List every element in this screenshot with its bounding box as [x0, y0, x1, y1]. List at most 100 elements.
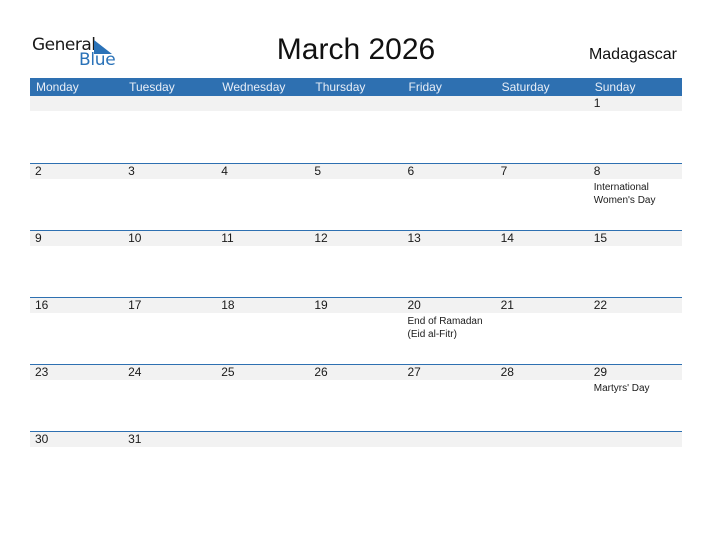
- day-number: 31: [128, 432, 142, 446]
- weekday-saturday: Saturday: [501, 80, 550, 94]
- day-cell: 7: [496, 164, 589, 207]
- day-cell: 4: [216, 164, 309, 207]
- week-row: 16 17 18 19 20 End of Ramadan (Eid al-Fitr) 21…: [30, 297, 682, 364]
- week-row: 30 31: [30, 431, 682, 498]
- week-cells: 16 17 18 19 20 End of Ramadan (Eid al-Fitr) 21…: [30, 298, 682, 341]
- day-number: 8: [593, 164, 601, 178]
- day-cell: [216, 96, 309, 113]
- day-number: 13: [407, 231, 421, 245]
- day-cell: 23: [30, 365, 123, 395]
- day-number: 3: [128, 164, 135, 178]
- day-cell: 26: [309, 365, 402, 395]
- day-number: 10: [128, 231, 142, 245]
- day-cell: [403, 432, 496, 449]
- week-cells: 1: [30, 96, 682, 113]
- day-cell: 5: [309, 164, 402, 207]
- day-cell: [589, 432, 682, 449]
- calendar-grid: Monday Tuesday Wednesday Thursday Friday…: [30, 78, 682, 498]
- weekday-tuesday: Tuesday: [129, 80, 175, 94]
- weekday-header: Monday Tuesday Wednesday Thursday Friday…: [30, 78, 682, 96]
- day-number: [408, 96, 496, 111]
- day-number: 21: [500, 298, 514, 312]
- day-cell: 21: [496, 298, 589, 341]
- day-number: 14: [500, 231, 514, 245]
- day-cell: 16: [30, 298, 123, 341]
- day-number: 26: [314, 365, 328, 379]
- day-cell: [309, 432, 402, 449]
- day-number: 4: [221, 164, 228, 178]
- day-cell: 30: [30, 432, 123, 449]
- week-row: 2 3 4 5 6 7 8 International Women's Day: [30, 163, 682, 230]
- holiday-label: International Women's Day: [593, 182, 656, 206]
- day-cell: 10: [123, 231, 216, 248]
- week-row: 1: [30, 96, 682, 163]
- week-row: 23 24 25 26 27 28 29 Martyrs' Day: [30, 364, 682, 431]
- day-number: [35, 96, 123, 111]
- day-number: 15: [593, 231, 608, 245]
- day-cell: 11: [216, 231, 309, 248]
- day-cell: 24: [123, 365, 216, 395]
- day-cell: 27: [403, 365, 496, 395]
- day-cell: 29 Martyrs' Day: [589, 365, 682, 395]
- day-cell: [123, 96, 216, 113]
- day-number: 17: [128, 298, 142, 312]
- day-number: [314, 96, 402, 111]
- day-cell: 8 International Women's Day: [589, 164, 682, 207]
- week-row: 9 10 11 12 13 14 15: [30, 230, 682, 297]
- day-number: 12: [314, 231, 328, 245]
- day-cell: 12: [309, 231, 402, 248]
- day-number: 19: [314, 298, 328, 312]
- day-cell: 13: [403, 231, 496, 248]
- day-number: 18: [221, 298, 235, 312]
- day-cell: 6: [403, 164, 496, 207]
- day-cell: [309, 96, 402, 113]
- day-number: 29: [593, 365, 608, 379]
- day-number: 24: [128, 365, 142, 379]
- day-number: 16: [35, 298, 49, 312]
- holiday-label: End of Ramadan (Eid al-Fitr): [407, 316, 483, 340]
- day-number: 6: [407, 164, 415, 178]
- day-number: [408, 432, 496, 447]
- day-cell: 19: [309, 298, 402, 341]
- day-cell: [403, 96, 496, 113]
- day-number: 30: [35, 432, 49, 446]
- day-cell: 18: [216, 298, 309, 341]
- weekday-friday: Friday: [408, 80, 442, 94]
- holiday-label: Martyrs' Day: [593, 383, 650, 394]
- weekday-sunday: Sunday: [594, 80, 636, 94]
- day-number: 25: [221, 365, 235, 379]
- day-cell: 15: [589, 231, 682, 248]
- day-cell: 20 End of Ramadan (Eid al-Fitr): [403, 298, 496, 341]
- day-cell: 17: [123, 298, 216, 341]
- day-cell: 3: [123, 164, 216, 207]
- weeks-container: 1 2 3 4 5 6 7 8 International Women's Day 9 10 11 12…: [30, 96, 682, 498]
- day-cell: [30, 96, 123, 113]
- day-number: 23: [35, 365, 49, 379]
- day-number: [128, 96, 216, 111]
- country-label: Madagascar: [588, 46, 677, 63]
- day-number: [594, 432, 682, 447]
- day-number: 20: [407, 298, 421, 312]
- day-number: 1: [593, 96, 601, 110]
- week-cells: 9 10 11 12 13 14 15: [30, 231, 682, 248]
- day-cell: [216, 432, 309, 449]
- day-cell: [496, 96, 589, 113]
- day-number: 28: [500, 365, 514, 379]
- day-cell: 28: [496, 365, 589, 395]
- day-number: [221, 96, 309, 111]
- day-number: 11: [221, 231, 234, 245]
- day-cell: 2: [30, 164, 123, 207]
- day-cell: 31: [123, 432, 216, 449]
- day-number: 7: [500, 164, 508, 178]
- day-cell: 9: [30, 231, 123, 248]
- week-cells: 30 31: [30, 432, 682, 449]
- day-number: 22: [593, 298, 608, 312]
- day-cell: 25: [216, 365, 309, 395]
- day-cell: 1: [589, 96, 682, 113]
- weekday-thursday: Thursday: [315, 80, 366, 94]
- day-cell: 14: [496, 231, 589, 248]
- weekday-monday: Monday: [36, 80, 79, 94]
- day-cell: 22: [589, 298, 682, 341]
- day-number: [314, 432, 402, 447]
- week-cells: 2 3 4 5 6 7 8 International Women's Day: [30, 164, 682, 207]
